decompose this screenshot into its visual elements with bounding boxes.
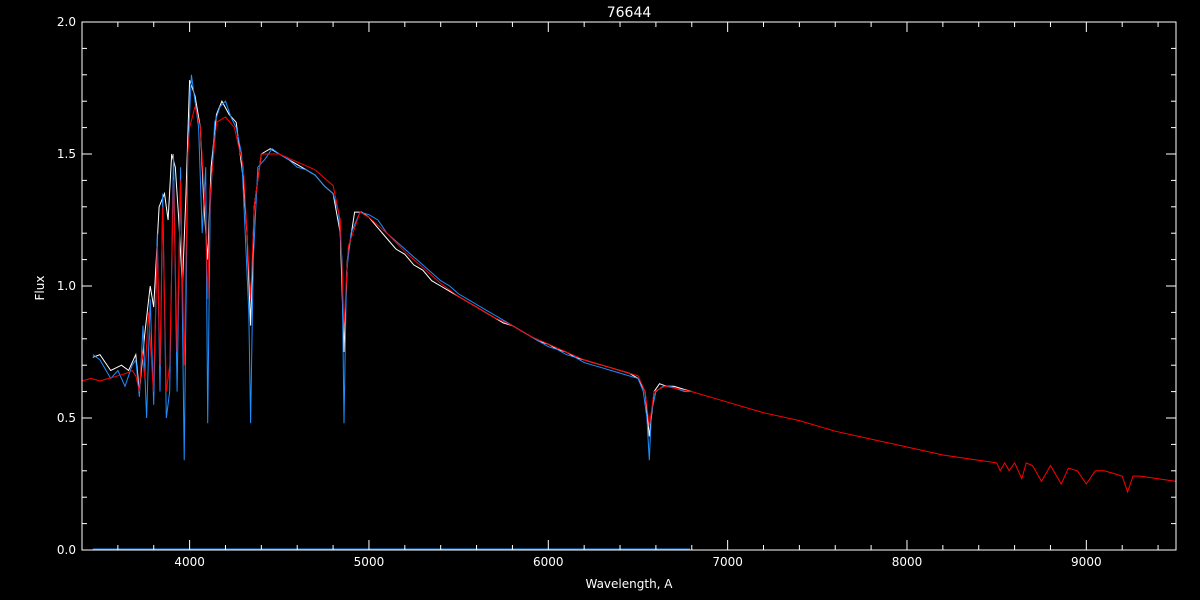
x-tick-label: 4000: [174, 555, 205, 569]
y-tick-label: 1.0: [57, 279, 76, 293]
x-axis-label: Wavelength, A: [585, 577, 673, 591]
y-axis-label: Flux: [33, 276, 47, 301]
chart-root: 4000 5000 6000 7000 8000 9000 0.0 0.5 1.0 1.5 2.0…: [0, 0, 1200, 600]
x-tick-label: 8000: [892, 555, 923, 569]
x-tick-label: 5000: [354, 555, 385, 569]
x-tick-label: 9000: [1071, 555, 1102, 569]
spectrum-chart: 4000 5000 6000 7000 8000 9000 0.0 0.5 1.0 1.5 2.0…: [0, 0, 1200, 600]
y-tick-label: 1.5: [57, 147, 76, 161]
y-tick-label: 0.0: [57, 543, 76, 557]
y-tick-label: 0.5: [57, 411, 76, 425]
x-tick-label: 7000: [712, 555, 743, 569]
chart-title: 76644: [607, 5, 652, 21]
y-tick-label: 2.0: [57, 15, 76, 29]
x-tick-label: 6000: [533, 555, 564, 569]
chart-background: [0, 0, 1200, 600]
